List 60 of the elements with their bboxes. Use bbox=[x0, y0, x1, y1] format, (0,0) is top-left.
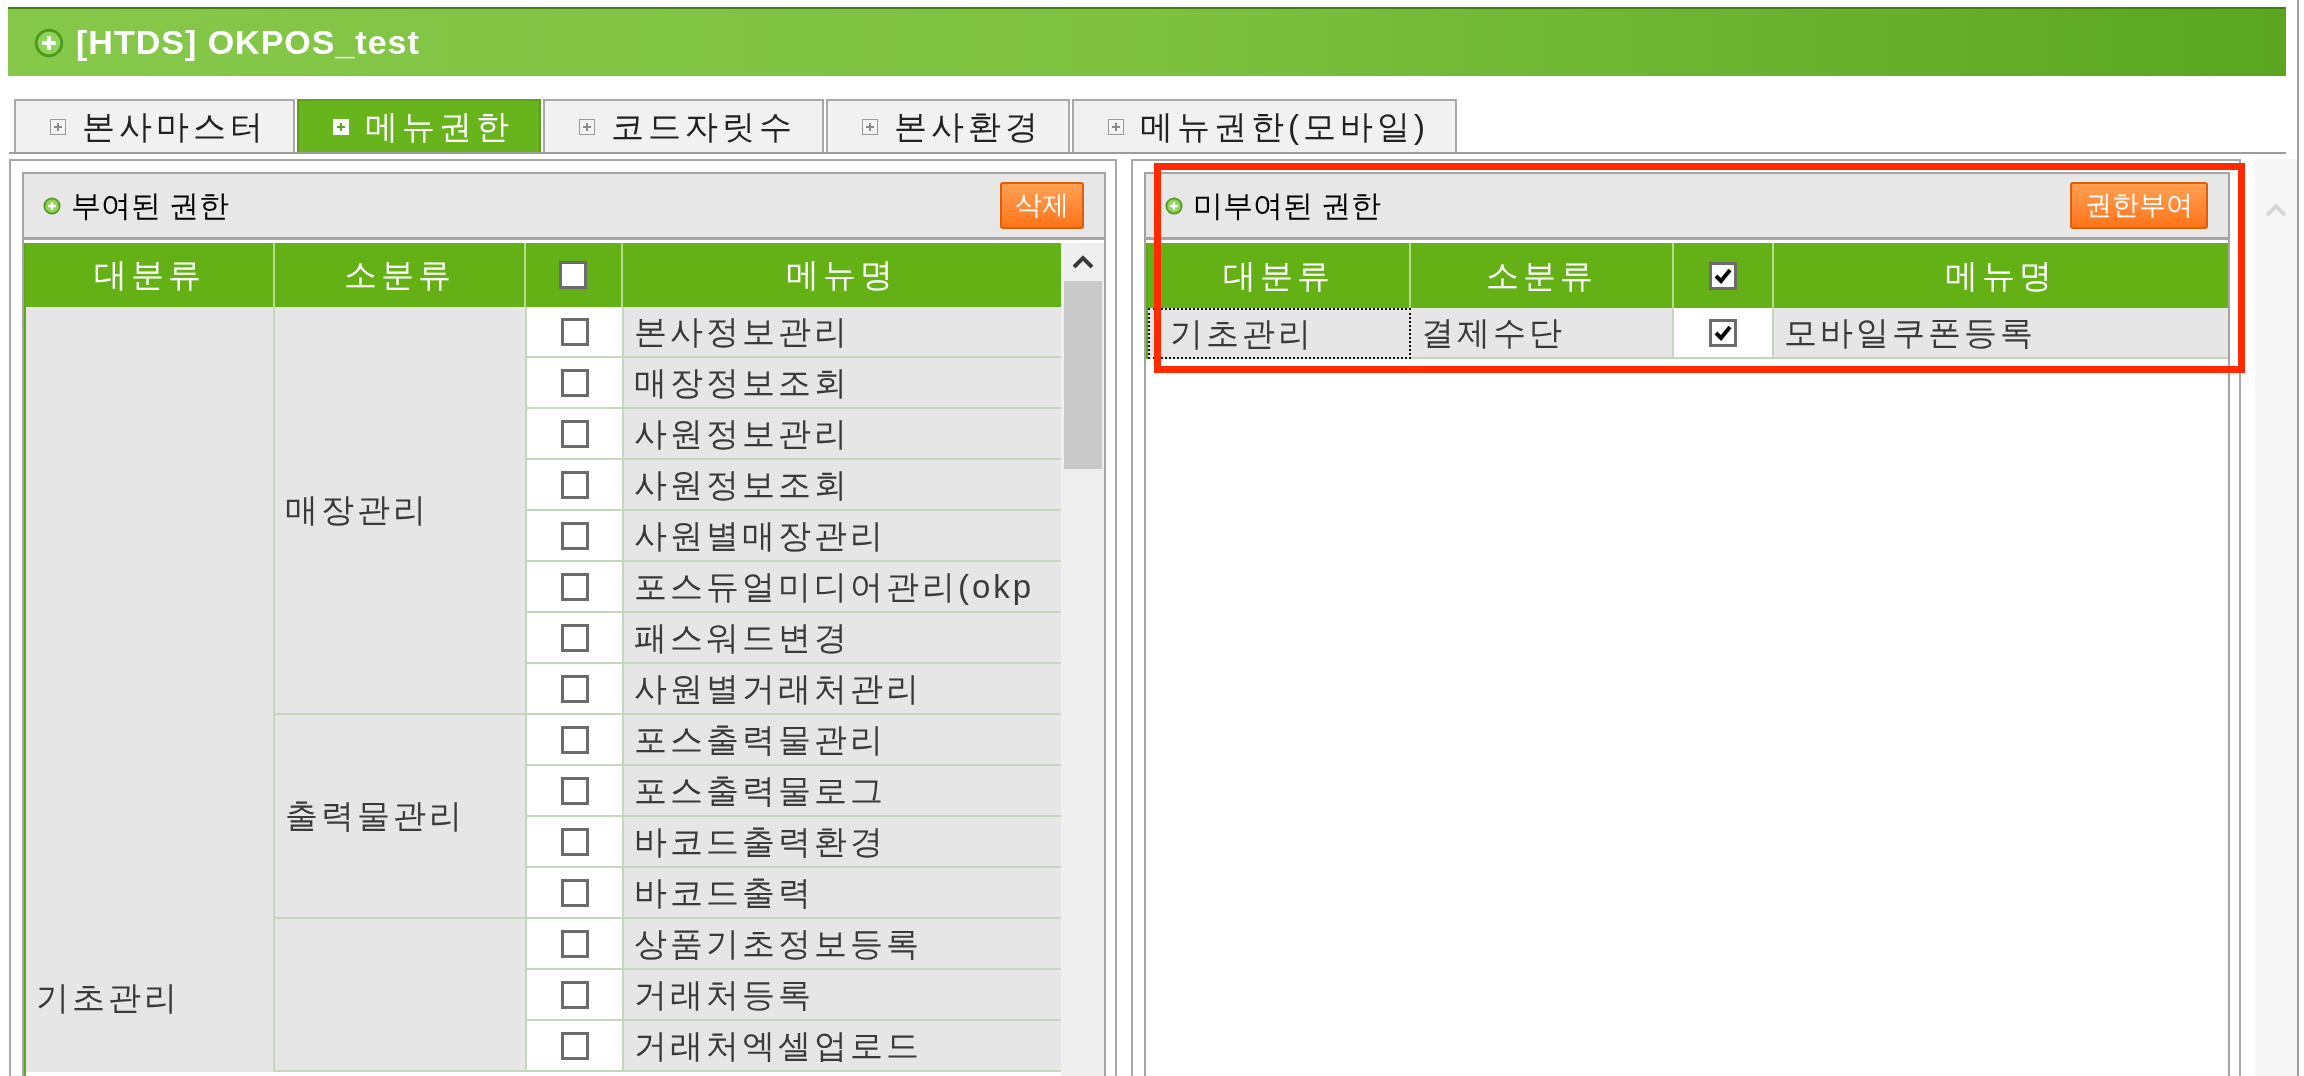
scrollbar[interactable] bbox=[2255, 159, 2297, 1076]
plus-box-icon bbox=[50, 118, 66, 135]
checkbox[interactable] bbox=[560, 368, 589, 397]
checkbox[interactable] bbox=[560, 521, 589, 550]
checkbox[interactable] bbox=[560, 419, 589, 448]
table-cell: 거래처등록 bbox=[624, 970, 1063, 1021]
checkbox[interactable] bbox=[560, 623, 589, 652]
table-cell: 패스워드변경 bbox=[624, 613, 1063, 664]
column-header: 메뉴명 bbox=[1944, 255, 2058, 296]
window-title: [HTDS] OKPOS_test bbox=[76, 22, 420, 63]
table-cell: 포스출력물로그 bbox=[624, 766, 1063, 817]
table-cell: 포스출력물관리 bbox=[624, 715, 1063, 766]
checkbox[interactable] bbox=[560, 1031, 589, 1060]
plus-circle-icon bbox=[1165, 196, 1183, 215]
plus-box-icon bbox=[333, 118, 349, 135]
plus-box-icon bbox=[579, 118, 595, 135]
checkbox[interactable] bbox=[560, 572, 589, 601]
table-cell: 거래처엑셀업로드 bbox=[624, 1021, 1063, 1072]
table-cell: 바코드출력 bbox=[624, 868, 1063, 919]
select-all-checkbox[interactable] bbox=[559, 261, 588, 289]
plus-box-icon bbox=[1108, 118, 1124, 135]
checkbox[interactable] bbox=[560, 980, 589, 1009]
table-cell: 출력물관리 bbox=[275, 715, 527, 919]
panel-title: 미부여된 권한 bbox=[1193, 188, 1382, 224]
tab[interactable]: 코드자릿수 bbox=[543, 99, 824, 152]
table-cell: 결제수단 bbox=[1410, 308, 1675, 359]
table-cell: 사원별매장관리 bbox=[624, 511, 1063, 562]
tab[interactable]: 본사환경 bbox=[826, 99, 1070, 152]
checkbox[interactable] bbox=[560, 470, 589, 499]
table-cell: 기초관리 bbox=[1148, 308, 1411, 359]
table-cell: 기초관리 bbox=[26, 307, 275, 1072]
table-cell: 모바일쿠폰등록 bbox=[1773, 308, 2228, 359]
select-all-checkbox[interactable] bbox=[1708, 261, 1737, 290]
scroll-up-icon[interactable] bbox=[1070, 255, 1095, 269]
table-cell: 바코드출력환경 bbox=[624, 817, 1063, 868]
plus-box-icon bbox=[862, 118, 878, 135]
checkbox[interactable] bbox=[560, 674, 589, 703]
column-header: 메뉴명 bbox=[785, 255, 899, 296]
plus-circle-icon bbox=[43, 196, 61, 215]
table-cell: 상품기초정보등록 bbox=[624, 919, 1063, 970]
checkbox[interactable] bbox=[560, 776, 589, 805]
table-cell: 매장관리 bbox=[275, 307, 527, 715]
checkbox[interactable] bbox=[560, 878, 589, 907]
panel-title: 부여된 권한 bbox=[71, 188, 230, 224]
table-cell: 사원별거래처관리 bbox=[624, 664, 1063, 715]
checkbox[interactable] bbox=[560, 725, 589, 754]
table-cell: 매장정보조회 bbox=[624, 358, 1063, 409]
table-cell: 사원정보관리 bbox=[624, 409, 1063, 460]
table-cell: 본사정보관리 bbox=[624, 307, 1063, 358]
table-cell: 포스듀얼미디어관리(okp bbox=[624, 562, 1063, 613]
checkbox[interactable] bbox=[1708, 318, 1737, 347]
table-cell: 사원정보조회 bbox=[624, 460, 1063, 511]
scrollbar-thumb[interactable] bbox=[1063, 281, 1102, 469]
scrollbar[interactable] bbox=[1061, 243, 1104, 1076]
checkbox[interactable] bbox=[560, 827, 589, 856]
tab[interactable]: 메뉴권한(모바일) bbox=[1072, 99, 1457, 152]
checkbox[interactable] bbox=[560, 929, 589, 958]
checkbox[interactable] bbox=[560, 317, 589, 346]
tab[interactable]: 본사마스터 bbox=[14, 99, 295, 152]
plus-circle-icon bbox=[34, 27, 64, 58]
